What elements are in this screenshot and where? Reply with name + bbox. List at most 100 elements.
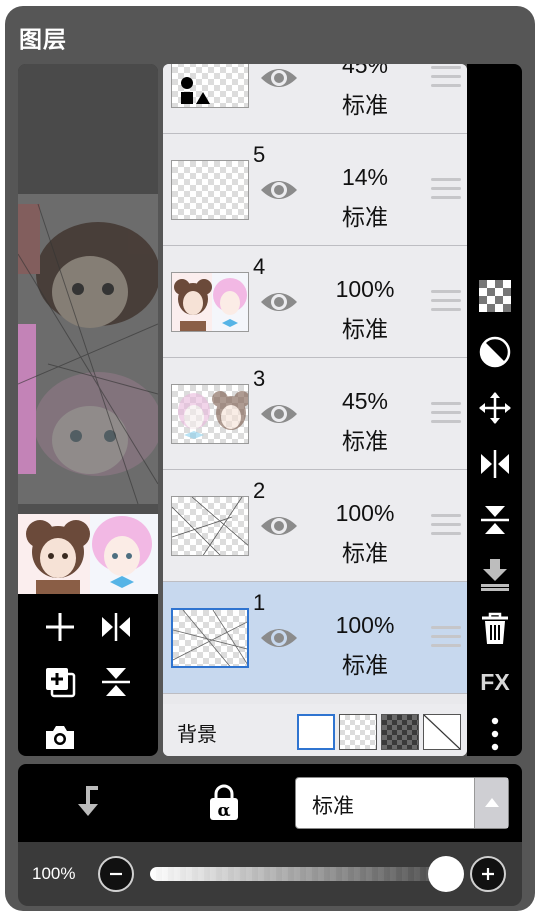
layer-row[interactable]: 2 100% 标准 [163,470,467,582]
layer-row[interactable]: 45% 标准 [163,64,467,134]
drag-handle-icon[interactable] [431,66,461,90]
shapes-icon [181,77,210,104]
flip-horizontal-button[interactable] [475,444,515,484]
background-dark-checker-swatch[interactable] [381,714,419,750]
clipping-arrow-icon [78,786,98,816]
flip-vertical-icon [102,668,130,696]
opacity-slider-knob[interactable] [428,856,464,892]
checker-fill-icon [479,280,511,312]
visibility-eye-icon[interactable] [259,510,299,542]
layer-blend-mode[interactable]: 标准 [325,198,405,232]
flip-vertical-icon [481,506,509,534]
layer-blend-mode[interactable]: 标准 [325,534,405,568]
layer-number: 2 [253,478,266,503]
layer-tools-column: FX [467,64,522,756]
drag-handle-icon[interactable] [431,290,461,314]
layer-thumbnail [171,272,249,332]
preview-thumbnail-strip [18,514,158,594]
layer-number: 4 [253,254,266,279]
drag-handle-icon[interactable] [431,626,461,650]
blend-mode-select[interactable]: 标准 [295,777,509,829]
flip-horizontal-icon [102,613,130,641]
dropdown-arrow[interactable] [474,778,508,828]
layer-panel: 图层 45% 标准 5 14% 标准 4 100% 标准 3 45% 标准 2 … [5,6,535,911]
layer-number: 5 [253,142,266,167]
canvas-preview[interactable] [18,64,158,514]
move-button[interactable] [475,388,515,428]
visibility-eye-icon[interactable] [259,622,299,654]
drag-handle-icon[interactable] [431,178,461,202]
background-light-checker-swatch[interactable] [339,714,377,750]
svg-text:α: α [217,801,230,821]
chevron-up-icon [485,798,499,807]
plus-icon [482,868,494,880]
checker-fill-button[interactable] [475,276,515,316]
opacity-bar: 100% [18,842,522,906]
layer-blend-mode[interactable]: 标准 [325,422,405,456]
visibility-eye-icon[interactable] [259,64,299,94]
canvas-preview-column [18,64,158,756]
flip-horizontal-button[interactable] [96,607,136,647]
duplicate-layer-icon [46,668,76,698]
add-layer-icon [46,613,74,641]
fx-button[interactable]: FX [475,662,515,702]
opacity-slider[interactable] [150,867,450,881]
delete-layer-button[interactable] [475,609,515,649]
alpha-lock-icon: α [210,784,238,821]
layer-blend-mode[interactable]: 标准 [325,86,405,120]
background-white-swatch[interactable] [297,714,335,750]
layer-blend-mode[interactable]: 标准 [325,310,405,344]
contrast-icon [479,336,511,368]
visibility-eye-icon[interactable] [259,398,299,430]
add-layer-button[interactable] [40,607,80,647]
background-row: 背景 [163,704,467,756]
visibility-eye-icon[interactable] [259,286,299,318]
layer-options-bar: α 标准 [18,764,522,842]
layer-opacity[interactable]: 45% [325,388,405,415]
layer-thumbnail [171,64,249,108]
camera-icon [46,726,74,749]
blend-mode-value: 标准 [312,794,354,818]
layer-opacity[interactable]: 14% [325,164,405,191]
layer-opacity[interactable]: 100% [325,500,405,527]
flip-horizontal-icon [481,450,509,478]
contrast-button[interactable] [475,332,515,372]
layer-blend-mode[interactable]: 标准 [325,646,405,680]
layer-thumbnail [171,608,249,668]
move-icon [479,392,511,424]
layer-opacity[interactable]: 100% [325,612,405,639]
camera-button[interactable] [40,717,80,756]
layer-thumbnail [171,384,249,444]
drag-handle-icon[interactable] [431,402,461,426]
layer-number: 1 [253,590,266,615]
layer-row-selected[interactable]: 1 100% 标准 [163,582,467,694]
layer-thumbnail [171,496,249,556]
flip-vertical-button[interactable] [475,500,515,540]
layer-opacity[interactable]: 45% [325,64,405,79]
panel-title: 图层 [19,27,67,53]
trash-icon [482,612,508,644]
layer-thumbnail [171,160,249,220]
clipping-button[interactable] [70,784,110,824]
duplicate-layer-button[interactable] [40,662,80,702]
layer-row[interactable]: 5 14% 标准 [163,134,467,246]
layer-number: 3 [253,366,266,391]
more-options-button[interactable] [475,714,515,754]
layer-list: 45% 标准 5 14% 标准 4 100% 标准 3 45% 标准 2 100… [163,64,467,756]
visibility-eye-icon[interactable] [259,174,299,206]
more-vertical-icon [491,717,499,751]
alpha-lock-button[interactable]: α [206,784,246,824]
opacity-increase-button[interactable] [470,856,506,892]
background-transparent-swatch[interactable] [423,714,461,750]
merge-down-icon [481,559,509,591]
merge-down-button[interactable] [475,554,515,594]
background-label: 背景 [177,722,217,746]
flip-vertical-button[interactable] [96,662,136,702]
drag-handle-icon[interactable] [431,514,461,538]
layer-opacity[interactable]: 100% [325,276,405,303]
layer-row[interactable]: 4 100% 标准 [163,246,467,358]
layer-row[interactable]: 3 45% 标准 [163,358,467,470]
opacity-decrease-button[interactable] [98,856,134,892]
fx-icon: FX [480,668,510,695]
minus-icon [110,872,122,876]
